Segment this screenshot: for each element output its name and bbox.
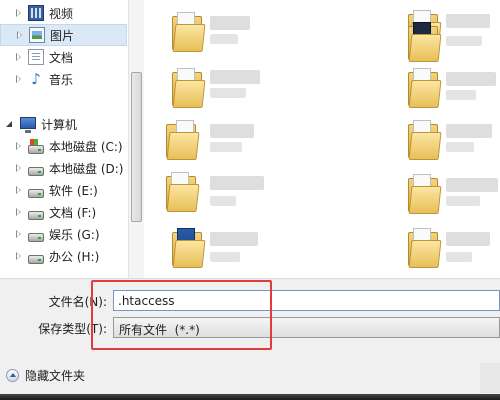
computer-icon — [20, 117, 36, 133]
blurred-filename — [446, 196, 480, 206]
expand-arrow-icon[interactable] — [14, 164, 22, 172]
nav-item-label: 计算机 — [41, 117, 78, 132]
resize-grip[interactable] — [480, 363, 500, 393]
drive-icon — [28, 166, 44, 176]
nav-item-computer[interactable]: 计算机 — [0, 113, 128, 135]
nav-item-label: 娱乐 (G:) — [49, 227, 100, 242]
folder-icon[interactable] — [172, 228, 206, 268]
nav-item-drive-f[interactable]: 文档 (F:) — [0, 201, 128, 223]
expand-arrow-icon[interactable] — [14, 252, 22, 260]
nav-item-pictures[interactable]: 图片 — [0, 24, 127, 46]
filename-input[interactable] — [113, 290, 500, 311]
folder-icon[interactable] — [408, 68, 442, 108]
blurred-filename — [446, 142, 474, 152]
folder-icon[interactable] — [166, 120, 200, 160]
blurred-filename — [210, 70, 260, 84]
collapse-arrow-icon[interactable] — [6, 120, 14, 128]
drive-icon — [28, 232, 44, 242]
nav-item-label: 本地磁盘 (D:) — [49, 161, 124, 176]
nav-item-label: 视频 — [49, 6, 74, 21]
system-drive-icon — [28, 138, 44, 154]
dialog-bottom-border — [0, 394, 500, 400]
filename-label: 文件名(N): — [48, 295, 107, 309]
blurred-filename — [210, 88, 246, 98]
folder-icon[interactable] — [172, 68, 206, 108]
blurred-filename — [210, 142, 242, 152]
nav-scrollbar-thumb[interactable] — [131, 72, 142, 222]
folder-icon[interactable] — [166, 172, 200, 212]
blurred-filename — [446, 72, 496, 86]
nav-item-label: 音乐 — [49, 72, 74, 87]
folder-icon[interactable] — [408, 22, 442, 62]
blurred-filename — [210, 196, 236, 206]
nav-item-label: 文档 — [49, 50, 74, 65]
hide-folders-label: 隐藏文件夹 — [25, 369, 86, 383]
music-library-icon: ♪ — [31, 70, 41, 88]
blurred-filename — [446, 232, 490, 246]
blurred-filename — [446, 178, 498, 192]
nav-item-drive-d[interactable]: 本地磁盘 (D:) — [0, 157, 128, 179]
folder-icon[interactable] — [408, 228, 442, 268]
nav-item-drive-g[interactable]: 娱乐 (G:) — [0, 223, 128, 245]
drive-icon — [28, 210, 44, 220]
expand-arrow-icon[interactable] — [14, 142, 22, 150]
folder-icon[interactable] — [172, 12, 206, 52]
blurred-filename — [210, 124, 254, 138]
nav-item-drive-e[interactable]: 软件 (E:) — [0, 179, 128, 201]
nav-item-label: 本地磁盘 (C:) — [49, 139, 123, 154]
collapse-up-icon — [6, 369, 19, 382]
folder-icon[interactable] — [408, 120, 442, 160]
expand-arrow-icon[interactable] — [14, 53, 22, 61]
blurred-filename — [210, 16, 250, 30]
blurred-filename — [446, 252, 472, 262]
nav-item-drive-c[interactable]: 本地磁盘 (C:) — [0, 135, 128, 157]
nav-scrollbar[interactable] — [128, 0, 144, 278]
nav-item-documents[interactable]: 文档 — [0, 46, 128, 68]
blurred-filename — [446, 14, 490, 28]
nav-item-drive-h[interactable]: 办公 (H:) — [0, 245, 128, 267]
nav-item-label: 办公 (H:) — [49, 249, 100, 264]
nav-item-label: 图片 — [50, 28, 75, 43]
save-options-panel: 文件名(N): 保存类型(T): 所有文件 (*.*) 隐藏文件夹 — [0, 278, 500, 400]
expand-arrow-icon[interactable] — [14, 186, 22, 194]
expand-arrow-icon[interactable] — [14, 208, 22, 216]
blurred-filename — [210, 34, 238, 44]
expand-arrow-icon[interactable] — [14, 9, 22, 17]
expand-arrow-icon[interactable] — [14, 75, 22, 83]
blurred-filename — [210, 232, 258, 246]
nav-item-label: 文档 (F:) — [49, 205, 97, 220]
video-library-icon — [28, 5, 44, 21]
document-library-icon — [28, 49, 44, 65]
drive-icon — [28, 254, 44, 264]
blurred-filename — [210, 176, 264, 190]
drive-icon — [28, 188, 44, 198]
filetype-select[interactable]: 所有文件 (*.*) — [113, 317, 500, 338]
filetype-label: 保存类型(T): — [38, 322, 107, 336]
navigation-pane: 视频 图片 文档 ♪ 音乐 计算机 本地磁盘 (C:) 本地磁盘 (D:) 软件… — [0, 0, 128, 278]
blurred-filename — [446, 36, 482, 46]
blurred-filename — [446, 124, 492, 138]
blurred-filename — [446, 90, 476, 100]
blurred-filename — [210, 252, 240, 262]
nav-item-label: 软件 (E:) — [49, 183, 98, 198]
nav-item-videos[interactable]: 视频 — [0, 2, 128, 24]
picture-library-icon — [29, 27, 45, 43]
nav-item-music[interactable]: ♪ 音乐 — [0, 68, 128, 90]
expand-arrow-icon[interactable] — [14, 230, 22, 238]
expand-arrow-icon[interactable] — [15, 31, 23, 39]
folder-icon[interactable] — [408, 174, 442, 214]
hide-folders-button[interactable]: 隐藏文件夹 — [6, 367, 85, 384]
file-list-pane — [144, 0, 500, 278]
